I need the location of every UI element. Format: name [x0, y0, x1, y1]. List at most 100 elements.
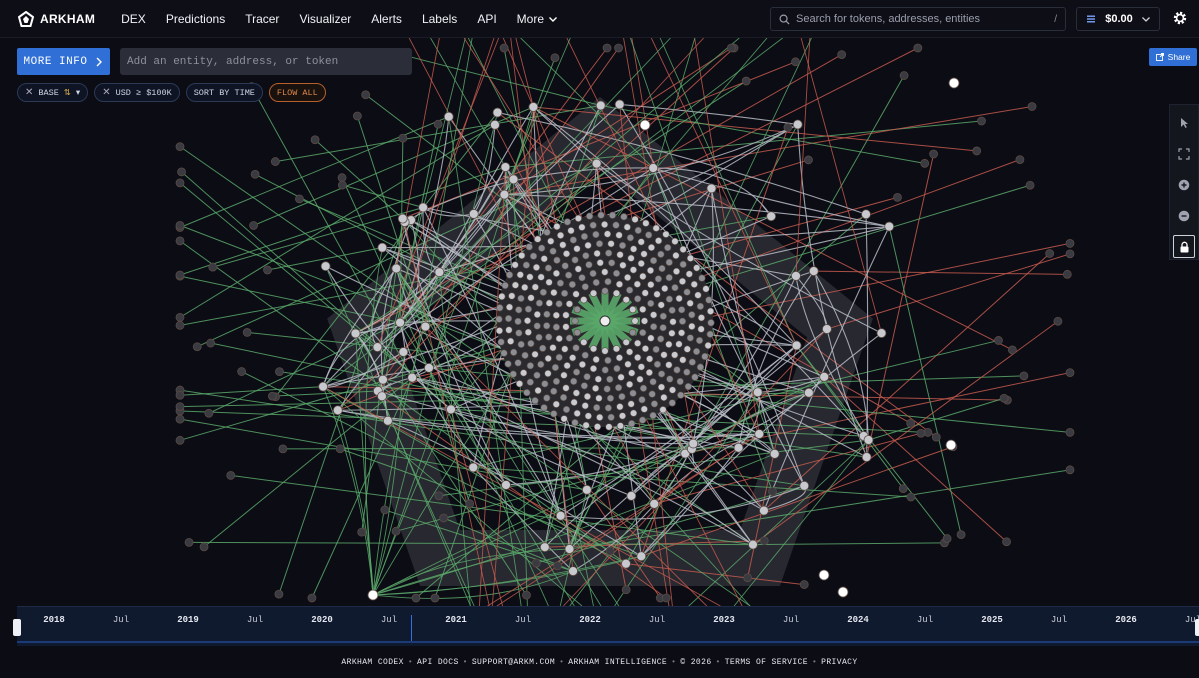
- usd-filter-chip[interactable]: ✕ USD ≥ $100K: [94, 83, 180, 102]
- cluster-node[interactable]: [552, 323, 560, 331]
- cluster-node[interactable]: [639, 329, 647, 337]
- address-node[interactable]: [267, 391, 277, 401]
- cluster-node[interactable]: [550, 387, 558, 395]
- cluster-node[interactable]: [547, 237, 555, 245]
- address-node[interactable]: [270, 157, 280, 166]
- cluster-node[interactable]: [563, 218, 572, 226]
- address-node[interactable]: [994, 336, 1003, 345]
- cluster-node[interactable]: [668, 386, 677, 394]
- address-node[interactable]: [307, 593, 317, 603]
- address-node[interactable]: [318, 381, 329, 392]
- cluster-node[interactable]: [664, 244, 672, 252]
- cluster-node[interactable]: [593, 249, 601, 258]
- cluster-node[interactable]: [543, 394, 551, 402]
- cluster-node[interactable]: [515, 329, 523, 337]
- cluster-node[interactable]: [666, 375, 674, 383]
- address-node[interactable]: [1002, 537, 1011, 547]
- address-node[interactable]: [208, 262, 218, 272]
- address-node[interactable]: [175, 312, 185, 322]
- address-node[interactable]: [206, 338, 216, 348]
- nav-labels[interactable]: Labels: [422, 12, 457, 26]
- address-node[interactable]: [490, 119, 500, 130]
- address-node[interactable]: [783, 123, 793, 132]
- address-node[interactable]: [175, 236, 185, 246]
- nav-dex[interactable]: DEX: [121, 12, 146, 26]
- address-node[interactable]: [1045, 249, 1055, 258]
- network-graph[interactable]: [0, 38, 1199, 606]
- cluster-node[interactable]: [678, 317, 687, 325]
- address-node[interactable]: [175, 142, 185, 152]
- address-node[interactable]: [706, 183, 717, 194]
- cluster-node[interactable]: [521, 283, 529, 292]
- cluster-node[interactable]: [634, 353, 642, 362]
- cluster-node[interactable]: [640, 250, 648, 258]
- cluster-node[interactable]: [534, 386, 542, 395]
- cluster-node[interactable]: [596, 413, 604, 421]
- address-node[interactable]: [397, 213, 408, 224]
- cluster-node[interactable]: [650, 400, 659, 408]
- cluster-node[interactable]: [639, 305, 647, 313]
- cluster-node[interactable]: [552, 269, 561, 277]
- cluster-node[interactable]: [647, 299, 655, 308]
- cluster-node[interactable]: [649, 257, 658, 265]
- address-node[interactable]: [499, 189, 510, 200]
- cluster-node[interactable]: [560, 289, 569, 297]
- cluster-node[interactable]: [658, 370, 666, 378]
- address-node[interactable]: [555, 510, 566, 521]
- remove-filter-icon[interactable]: ✕: [25, 87, 33, 99]
- cluster-node[interactable]: [624, 360, 632, 368]
- cluster-node[interactable]: [497, 338, 505, 346]
- address-node[interactable]: [931, 432, 941, 442]
- address-node[interactable]: [791, 271, 801, 281]
- cluster-node[interactable]: [562, 384, 570, 392]
- address-node[interactable]: [380, 505, 390, 515]
- address-node[interactable]: [1065, 368, 1075, 378]
- cluster-node[interactable]: [659, 312, 667, 320]
- address-node[interactable]: [1065, 465, 1075, 475]
- cluster-node[interactable]: [665, 273, 673, 282]
- footer-terms-link[interactable]: TERMS OF SERVICE: [725, 658, 808, 667]
- address-node[interactable]: [942, 534, 952, 543]
- cluster-node[interactable]: [601, 366, 609, 374]
- cluster-node[interactable]: [616, 422, 624, 430]
- cluster-node[interactable]: [510, 348, 518, 356]
- cluster-node[interactable]: [562, 405, 571, 414]
- address-node[interactable]: [237, 367, 247, 376]
- cluster-node[interactable]: [589, 269, 597, 278]
- cluster-node[interactable]: [592, 355, 600, 364]
- cluster-node[interactable]: [573, 328, 581, 337]
- cluster-node[interactable]: [629, 409, 638, 417]
- cluster-node[interactable]: [641, 289, 649, 297]
- address-node[interactable]: [581, 484, 592, 495]
- cluster-node[interactable]: [517, 340, 525, 348]
- address-node[interactable]: [350, 328, 361, 339]
- cluster-node[interactable]: [596, 259, 604, 267]
- footer-api-docs-link[interactable]: API DOCS: [417, 658, 459, 667]
- cluster-node[interactable]: [545, 278, 553, 286]
- address-node[interactable]: [1065, 249, 1075, 259]
- cluster-node[interactable]: [661, 284, 669, 293]
- cluster-node[interactable]: [524, 305, 533, 313]
- cluster-node[interactable]: [608, 259, 616, 267]
- address-node[interactable]: [443, 111, 454, 122]
- cluster-node[interactable]: [567, 227, 575, 235]
- cluster-node[interactable]: [614, 384, 623, 392]
- address-node[interactable]: [295, 194, 304, 204]
- cluster-node[interactable]: [668, 306, 676, 314]
- address-node[interactable]: [626, 491, 637, 501]
- cluster-node[interactable]: [649, 411, 657, 420]
- address-node[interactable]: [249, 221, 258, 230]
- cluster-node[interactable]: [539, 288, 547, 296]
- cluster-node[interactable]: [641, 345, 650, 353]
- cluster-node[interactable]: [589, 365, 598, 373]
- cluster-node[interactable]: [560, 371, 568, 379]
- cluster-node[interactable]: [553, 256, 561, 264]
- address-node[interactable]: [884, 221, 895, 232]
- cluster-node[interactable]: [704, 341, 712, 350]
- cluster-node[interactable]: [544, 369, 552, 378]
- cluster-node[interactable]: [505, 326, 513, 334]
- search-input[interactable]: [796, 13, 1055, 25]
- cluster-node[interactable]: [543, 228, 551, 236]
- cluster-node[interactable]: [706, 307, 715, 315]
- address-node[interactable]: [175, 435, 185, 445]
